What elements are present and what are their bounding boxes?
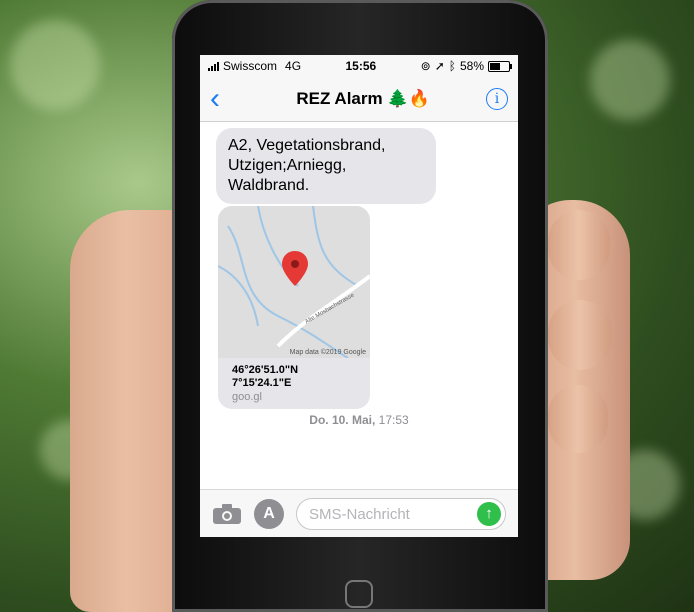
battery-icon: [488, 60, 512, 72]
lock-rotation-icon: ⊚: [420, 59, 431, 73]
status-bar: Swisscom 4G 15:56 ⊚ ➚ ᛒ 58%: [200, 55, 518, 77]
background-bokeh: [10, 20, 100, 110]
timestamp-time: 17:53: [375, 413, 409, 427]
sms-input-placeholder: SMS-Nachricht: [309, 505, 410, 523]
map-link-card[interactable]: Alte Mosbachstrasse Map data ©2019 Googl…: [218, 206, 370, 409]
finger: [548, 385, 608, 453]
message-composer: A SMS-Nachricht ↑: [200, 489, 518, 537]
app-store-icon[interactable]: A: [254, 499, 284, 529]
map-preview[interactable]: Alte Mosbachstrasse Map data ©2019 Googl…: [218, 206, 370, 358]
map-credit: Map data ©2019 Google: [289, 349, 366, 356]
info-icon[interactable]: i: [486, 88, 508, 110]
status-time: 15:56: [345, 59, 377, 73]
finger: [548, 300, 612, 370]
signal-icon: [208, 61, 219, 71]
finger: [548, 210, 610, 280]
link-domain[interactable]: goo.gl: [218, 390, 370, 404]
conversation-title: REZ Alarm 🌲🔥: [296, 89, 430, 108]
sms-input[interactable]: SMS-Nachricht ↑: [296, 498, 506, 530]
home-button[interactable]: [345, 580, 373, 608]
battery-percent: 58%: [459, 59, 484, 73]
send-arrow-icon[interactable]: ↑: [477, 502, 501, 526]
timestamp-day: Do. 10. Mai,: [309, 413, 376, 427]
coordinate-latitude: 46°26'51.0"N: [232, 364, 299, 376]
message-list[interactable]: A2, Vegetationsbrand, Utzigen;Arniegg, W…: [200, 122, 518, 489]
coordinate-longitude: 7°15'24.1"E: [232, 377, 292, 389]
background-bokeh: [590, 40, 670, 120]
network-label: 4G: [285, 59, 302, 73]
carrier-label: Swisscom: [223, 59, 278, 73]
location-icon: ➚: [434, 59, 445, 73]
phone-screen: Swisscom 4G 15:56 ⊚ ➚ ᛒ 58% ‹ REZ Alarm …: [200, 55, 518, 537]
nav-bar: ‹ REZ Alarm 🌲🔥 i: [200, 77, 518, 122]
bluetooth-icon: ᛒ: [448, 59, 456, 73]
incoming-message-bubble[interactable]: A2, Vegetationsbrand, Utzigen;Arniegg, W…: [216, 128, 436, 204]
map-pin-icon: [282, 251, 308, 286]
camera-icon[interactable]: [212, 503, 242, 525]
chevron-left-icon[interactable]: ‹: [210, 84, 240, 114]
battery-level: [490, 62, 500, 70]
message-timestamp: Do. 10. Mai, 17:53: [200, 413, 518, 427]
